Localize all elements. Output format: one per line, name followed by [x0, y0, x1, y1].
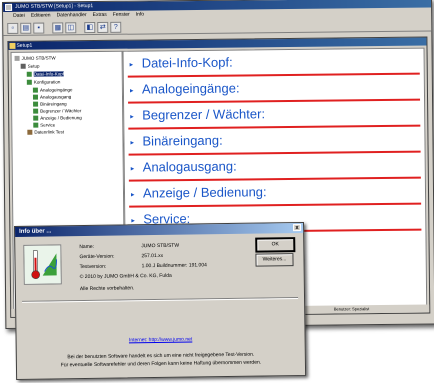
section-anzeige[interactable]: ▸ Anzeige / Bedienung:	[128, 178, 422, 208]
device-icon	[14, 56, 20, 62]
transfer-icon[interactable]: ⇄	[97, 21, 109, 33]
tree-item-service[interactable]: Service	[33, 122, 55, 128]
menu-info[interactable]: Info	[136, 11, 144, 20]
help-icon[interactable]: ?	[110, 21, 122, 33]
copyright-text: © 2010 by JUMO GmbH & Co. KG, Fulda	[79, 272, 172, 281]
tree-item-konfiguration[interactable]: Konfiguration	[26, 79, 61, 86]
disclaimer-line-2: Für eventuelle Softwarefehler und deren …	[60, 359, 262, 369]
name-label: Name:	[79, 243, 95, 251]
ok-button[interactable]: OK	[255, 237, 296, 253]
tree-item-anzeige[interactable]: Anzeige / Bedienung	[33, 115, 82, 121]
dialog-title-bar[interactable]: Info über ... x	[15, 222, 304, 237]
bullet-icon: ▸	[130, 165, 135, 173]
menu-editieren[interactable]: Editieren	[31, 11, 51, 20]
tree-item-device[interactable]: JUMO STB/STW	[14, 55, 56, 62]
child-title: Setup1	[16, 42, 33, 49]
tree-item-binaereingang[interactable]: Binäreingang	[33, 101, 67, 107]
more-button[interactable]: Weiteres...	[255, 253, 294, 267]
device-version-value: 257.01.xx	[141, 252, 164, 260]
save-icon[interactable]: ▪	[33, 22, 45, 34]
menu-datei[interactable]: Datei	[13, 12, 25, 21]
thermometer-logo-icon	[23, 244, 62, 285]
print-icon[interactable]: ▦	[52, 21, 64, 33]
name-value: JUMO STB/STW	[141, 242, 180, 250]
app-icon	[5, 3, 13, 11]
main-title: JUMO STB/STW [Setup1] - Setup1	[15, 3, 94, 10]
new-icon[interactable]: ▫	[7, 22, 19, 34]
paste-icon[interactable]: ◧	[84, 21, 96, 33]
close-icon[interactable]: x	[293, 223, 302, 232]
tree-item-datenlink-test[interactable]: Datenrlink Test	[27, 129, 64, 136]
page-icon	[32, 94, 39, 100]
tree-item-analogausgang[interactable]: Analogausgang	[32, 94, 71, 100]
menu-fenster[interactable]: Fenster	[113, 11, 130, 20]
section-analogeingaenge[interactable]: ▸ Analogeingänge:	[127, 74, 421, 104]
rights-text: Alle Rechte vorbehalten.	[79, 285, 135, 293]
internet-link[interactable]: Internet: http://www.jumo.net	[17, 335, 305, 345]
gear-icon	[26, 80, 32, 86]
page-icon	[32, 87, 38, 93]
bullet-icon: ▸	[129, 61, 134, 69]
section-begrenzer[interactable]: ▸ Begrenzer / Wächter:	[128, 100, 421, 130]
copy-icon[interactable]: ◫	[65, 21, 77, 33]
folder-icon	[20, 64, 26, 70]
page-icon	[26, 72, 32, 78]
bullet-icon: ▸	[129, 87, 134, 95]
open-icon[interactable]: ▤	[20, 22, 32, 34]
section-binaereingang[interactable]: ▸ Binäreingang:	[128, 126, 421, 156]
info-dialog: Info über ... x Name: JUMO STB/STW Gerät…	[14, 221, 307, 380]
test-version-value: 1.00.J Buildnummer: 191.004	[141, 262, 207, 270]
page-icon	[33, 122, 39, 128]
plug-icon	[27, 130, 33, 136]
tree-item-analogeingaenge[interactable]: Analogeingänge	[32, 87, 73, 93]
tree-item-begrenzer[interactable]: Begrenzer / Wächter	[33, 108, 81, 114]
bullet-icon: ▸	[130, 113, 134, 121]
status-text: Benutzer: Spezialist	[333, 306, 370, 312]
document-icon	[9, 42, 16, 49]
page-icon	[33, 115, 39, 121]
bullet-icon: ▸	[130, 139, 135, 147]
tree-item-setup[interactable]: Setup	[20, 64, 40, 70]
menu-extras[interactable]: Extras	[93, 11, 107, 20]
page-icon	[33, 108, 39, 114]
tree-item-datei-info-kopf[interactable]: Datei-Info-Kopf	[26, 71, 65, 78]
page-icon	[33, 101, 39, 107]
menu-datenhandler[interactable]: Datenhandler	[57, 11, 87, 20]
bullet-icon: ▸	[130, 191, 135, 199]
section-analogausgang[interactable]: ▸ Analogausgang:	[128, 152, 421, 182]
dialog-title: Info über ...	[19, 228, 52, 235]
device-version-label: Geräte-Version:	[79, 253, 115, 261]
section-datei-info-kopf[interactable]: ▸ Datei-Info-Kopf:	[127, 48, 420, 78]
test-version-label: Testversion:	[79, 263, 107, 271]
dialog-divider	[22, 297, 299, 303]
